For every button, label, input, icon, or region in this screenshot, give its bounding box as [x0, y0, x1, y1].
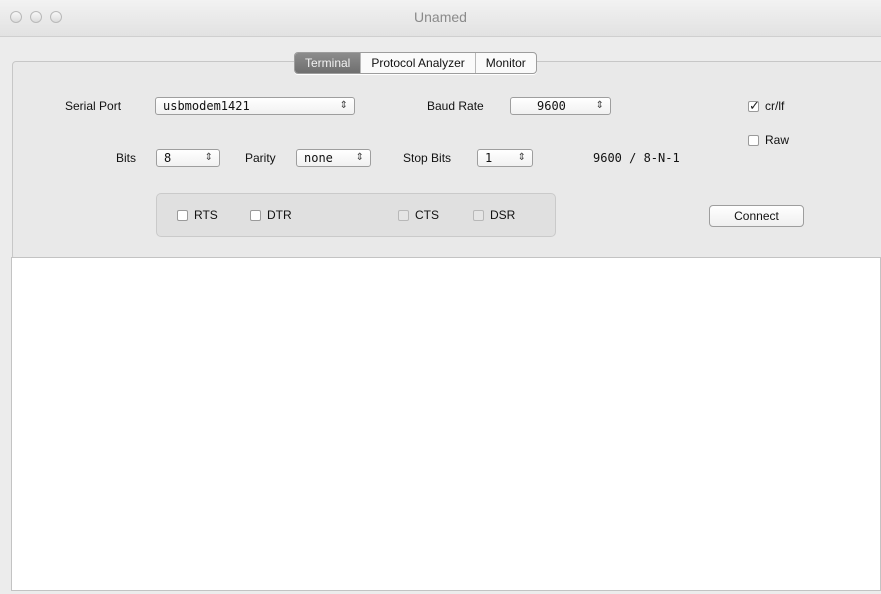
- baud-rate-label: Baud Rate: [427, 99, 484, 113]
- port-summary: 9600 / 8-N-1: [593, 151, 680, 165]
- popup-arrows-icon: ⇕: [355, 152, 364, 163]
- parity-select[interactable]: none ⇕: [296, 149, 371, 167]
- serial-port-label: Serial Port: [65, 99, 122, 113]
- popup-arrows-icon: ⇕: [517, 152, 526, 163]
- parity-value: none: [304, 151, 333, 165]
- dsr-label: DSR: [490, 208, 516, 222]
- popup-arrows-icon: ⇕: [204, 152, 213, 163]
- baud-rate-value: 9600: [537, 99, 566, 113]
- bits-label: Bits: [116, 151, 137, 165]
- rts-checkbox[interactable]: [177, 210, 188, 221]
- popup-arrows-icon: ⇕: [339, 100, 348, 111]
- crlf-checkbox[interactable]: [748, 98, 760, 114]
- stop-bits-label: Stop Bits: [403, 151, 452, 165]
- raw-label: Raw: [765, 133, 790, 147]
- crlf-label: cr/lf: [765, 99, 785, 113]
- tab-bar: Terminal Protocol Analyzer Monitor: [294, 52, 537, 74]
- bits-value: 8: [164, 151, 172, 165]
- serial-port-select[interactable]: usbmodem1421 ⇕: [155, 97, 355, 115]
- stop-bits-value: 1: [485, 151, 493, 165]
- tab-terminal[interactable]: Terminal: [295, 53, 361, 73]
- popup-arrows-icon: ⇕: [595, 100, 604, 111]
- rts-label: RTS: [194, 208, 218, 222]
- baud-rate-select[interactable]: 9600 ⇕: [510, 97, 611, 115]
- terminal-output[interactable]: [11, 257, 881, 591]
- parity-label: Parity: [245, 151, 276, 165]
- bits-select[interactable]: 8 ⇕: [156, 149, 220, 167]
- tab-monitor[interactable]: Monitor: [474, 53, 536, 73]
- raw-checkbox[interactable]: [748, 135, 759, 146]
- cts-indicator: [398, 210, 409, 221]
- stop-bits-select[interactable]: 1 ⇕: [477, 149, 533, 167]
- tab-protocol-analyzer[interactable]: Protocol Analyzer: [360, 53, 474, 73]
- window-title: Unamed: [414, 9, 467, 25]
- serial-port-value: usbmodem1421: [163, 99, 250, 113]
- dtr-checkbox[interactable]: [250, 210, 261, 221]
- dsr-indicator: [473, 210, 484, 221]
- dtr-label: DTR: [267, 208, 292, 222]
- title-bar: Unamed: [0, 0, 881, 37]
- connect-button[interactable]: Connect: [709, 205, 804, 227]
- cts-label: CTS: [415, 208, 439, 222]
